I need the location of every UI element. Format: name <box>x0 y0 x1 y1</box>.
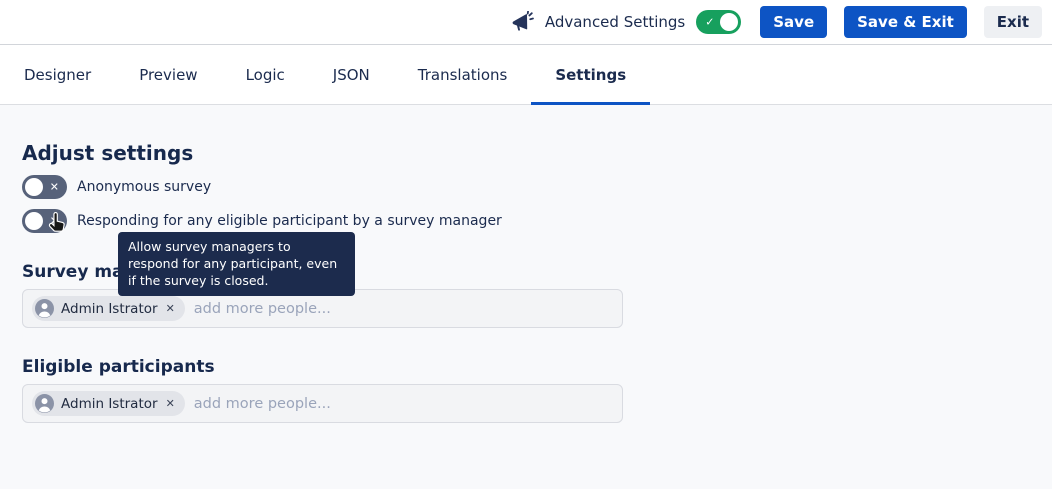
tooltip: Allow survey managers to respond for any… <box>118 232 355 296</box>
person-chip: Admin Istrator ✕ <box>32 296 185 321</box>
manager-responding-toggle[interactable]: ✕ <box>22 209 67 233</box>
person-chip: Admin Istrator ✕ <box>32 391 185 416</box>
manager-responding-row: ✕ Responding for any eligible participan… <box>22 209 1030 233</box>
eligible-participants-input[interactable] <box>194 396 613 412</box>
person-icon <box>35 394 54 413</box>
eligible-participants-heading: Eligible participants <box>22 357 1030 377</box>
top-toolbar: Advanced Settings ✓ Save Save & Exit Exi… <box>0 0 1052 45</box>
advanced-settings-label: Advanced Settings <box>545 13 685 31</box>
anonymous-survey-row: ✕ Anonymous survey <box>22 175 1030 199</box>
survey-settings-page: Advanced Settings ✓ Save Save & Exit Exi… <box>0 0 1052 489</box>
eligible-participants-input-box[interactable]: Admin Istrator ✕ <box>22 384 623 423</box>
remove-person-icon[interactable]: ✕ <box>165 302 176 315</box>
page-title: Adjust settings <box>22 141 1030 165</box>
tab-settings[interactable]: Settings <box>531 45 650 104</box>
anonymous-survey-label: Anonymous survey <box>77 179 211 195</box>
tab-logic[interactable]: Logic <box>222 45 309 104</box>
save-button[interactable]: Save <box>760 6 827 38</box>
tab-bar: Designer Preview Logic JSON Translations… <box>0 45 1052 105</box>
toggle-knob <box>720 13 738 31</box>
save-and-exit-button[interactable]: Save & Exit <box>844 6 967 38</box>
advanced-settings-group: Advanced Settings ✓ <box>511 10 741 34</box>
advanced-settings-toggle[interactable]: ✓ <box>696 10 741 34</box>
tab-json[interactable]: JSON <box>309 45 394 104</box>
tab-preview[interactable]: Preview <box>115 45 221 104</box>
x-icon: ✕ <box>50 215 59 226</box>
tab-translations[interactable]: Translations <box>394 45 532 104</box>
anonymous-survey-toggle[interactable]: ✕ <box>22 175 67 199</box>
person-chip-name: Admin Istrator <box>61 301 158 317</box>
person-icon <box>35 299 54 318</box>
manager-responding-label: Responding for any eligible participant … <box>77 213 502 229</box>
check-icon: ✓ <box>705 16 714 27</box>
toggle-knob <box>25 178 43 196</box>
tab-designer[interactable]: Designer <box>0 45 115 104</box>
remove-person-icon[interactable]: ✕ <box>165 397 176 410</box>
megaphone-icon[interactable] <box>511 11 534 34</box>
toggle-knob <box>25 212 43 230</box>
exit-button[interactable]: Exit <box>984 6 1042 38</box>
x-icon: ✕ <box>50 181 59 192</box>
person-chip-name: Admin Istrator <box>61 396 158 412</box>
survey-managers-input[interactable] <box>194 301 613 317</box>
